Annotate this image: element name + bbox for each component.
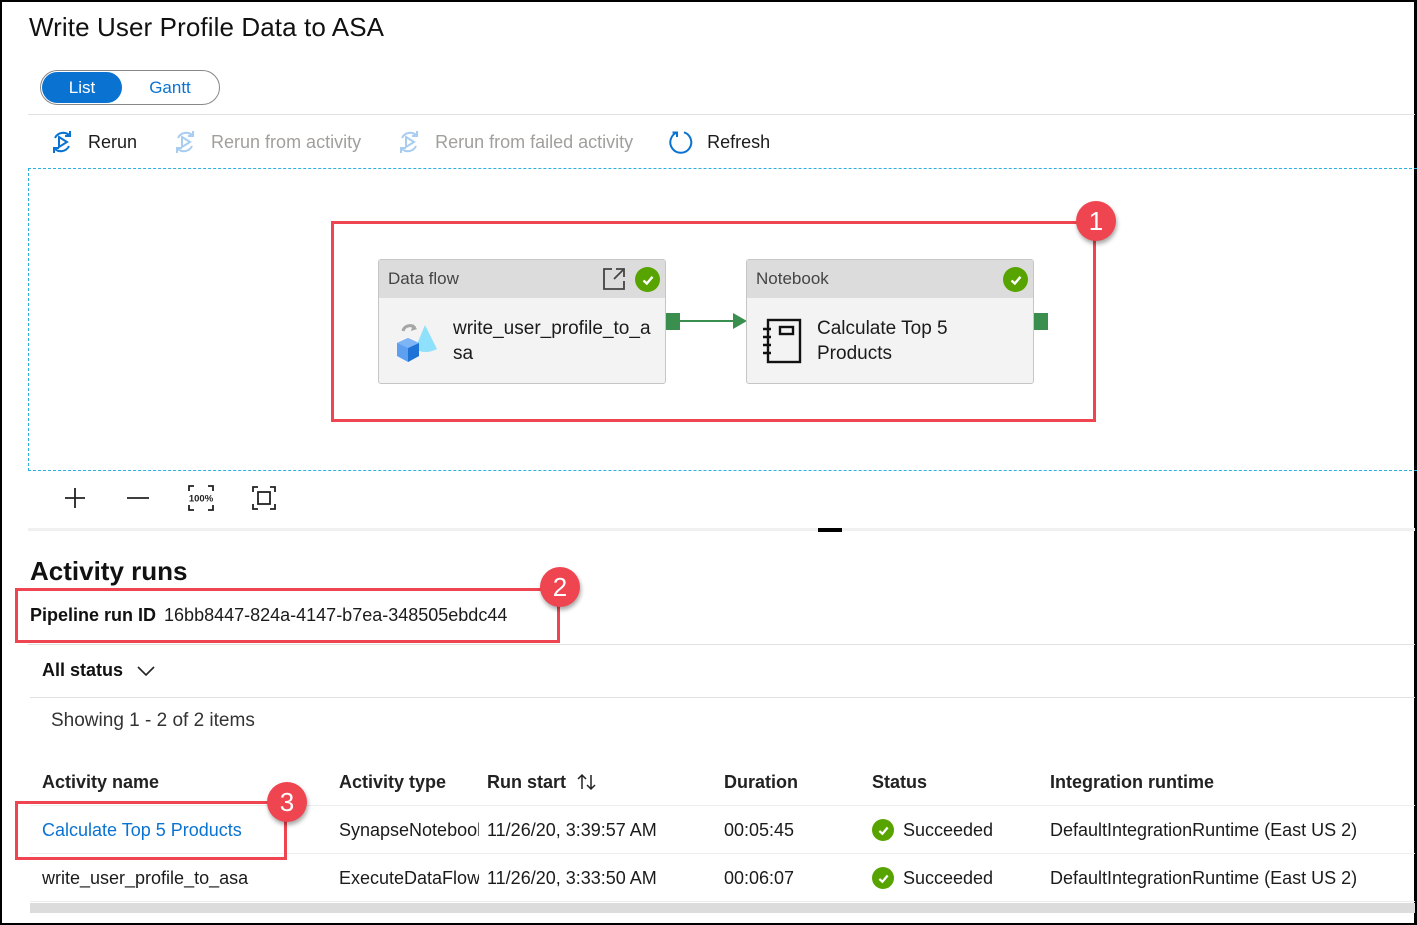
callout-badge-2: 2 [540,567,580,607]
canvas-zoom-controls: 100% [58,481,310,515]
fit-screen-icon [252,486,276,510]
status-label: Succeeded [903,867,994,888]
toolbar: Rerun Rerun from activity Rerun from fai… [48,124,804,160]
fit-to-screen-button[interactable] [247,481,281,515]
run-start-cell: 11/26/20, 3:39:57 AM [487,819,657,840]
run-start-label: Run start [487,771,567,792]
view-toggle[interactable]: List Gantt [40,70,220,105]
activity-type-cell: SynapseNotebook [339,819,479,840]
success-check-icon [872,867,894,889]
duration-cell: 00:06:07 [724,867,795,888]
run-start-cell: 11/26/20, 3:33:50 AM [487,867,657,888]
rerun-button[interactable]: Rerun [48,128,137,156]
status-label: Succeeded [903,819,994,840]
duration-cell: 00:05:45 [724,819,795,840]
divider [30,697,1415,698]
callout-badge-3: 3 [267,782,307,822]
zoom-100-button[interactable]: 100% [184,481,218,515]
plus-icon [65,488,85,508]
divider [28,644,1415,645]
toggle-list[interactable]: List [42,72,122,103]
success-check-icon [872,819,894,841]
activity-name-cell: write_user_profile_to_asa [42,867,249,888]
table-header: Activity name Activity type Run start Du… [30,758,1415,806]
activity-type-cell: ExecuteDataFlow [339,867,479,888]
chevron-down-icon [137,665,155,676]
horizontal-scrollbar[interactable] [30,903,1415,913]
column-header-duration[interactable]: Duration [724,758,864,806]
callout-box-1 [331,221,1096,422]
splitter-handle[interactable] [818,528,842,532]
pane-splitter[interactable] [28,528,1415,531]
zoom-100-icon: 100% [188,485,214,511]
minus-icon [127,497,149,499]
refresh-label: Refresh [707,131,771,152]
status-filter-dropdown[interactable]: All status [42,660,155,681]
callout-box-3 [15,801,287,860]
refresh-button[interactable]: Refresh [667,128,770,156]
items-count: Showing 1 - 2 of 2 items [51,710,255,731]
rerun-icon [400,131,419,153]
status-cell: Succeeded [872,806,1042,854]
integration-runtime-cell: DefaultIntegrationRuntime (East US 2) [1050,867,1358,888]
rerun-from-failed-activity-button[interactable]: Rerun from failed activity [395,128,633,156]
page-title: Write User Profile Data to ASA [29,12,385,42]
zoom-in-button[interactable] [58,481,92,515]
divider [28,114,1415,115]
rerun-label: Rerun [88,131,138,152]
column-header-run-start[interactable]: Run start [487,758,717,806]
rerun-icon [176,131,195,153]
status-cell: Succeeded [872,854,1042,902]
rerun-from-activity-button[interactable]: Rerun from activity [171,128,361,156]
activity-runs-title: Activity runs [30,556,188,586]
callout-badge-1: 1 [1076,201,1116,241]
column-header-status[interactable]: Status [872,758,1042,806]
rerun-from-activity-label: Rerun from activity [211,131,362,152]
sort-icon[interactable] [576,773,598,791]
column-header-integration-runtime[interactable]: Integration runtime [1050,758,1410,806]
zoom-out-button[interactable] [121,481,155,515]
zoom-100-label: 100% [189,494,214,505]
rerun-from-failed-activity-label: Rerun from failed activity [435,131,634,152]
rerun-icon [53,131,71,153]
integration-runtime-cell: DefaultIntegrationRuntime (East US 2) [1050,819,1358,840]
callout-box-2 [15,588,560,643]
column-header-activity-type[interactable]: Activity type [339,758,479,806]
table-row[interactable]: write_user_profile_to_asa ExecuteDataFlo… [30,854,1415,902]
refresh-icon [669,131,693,154]
status-filter-label: All status [42,660,124,680]
toggle-gantt[interactable]: Gantt [122,72,218,103]
